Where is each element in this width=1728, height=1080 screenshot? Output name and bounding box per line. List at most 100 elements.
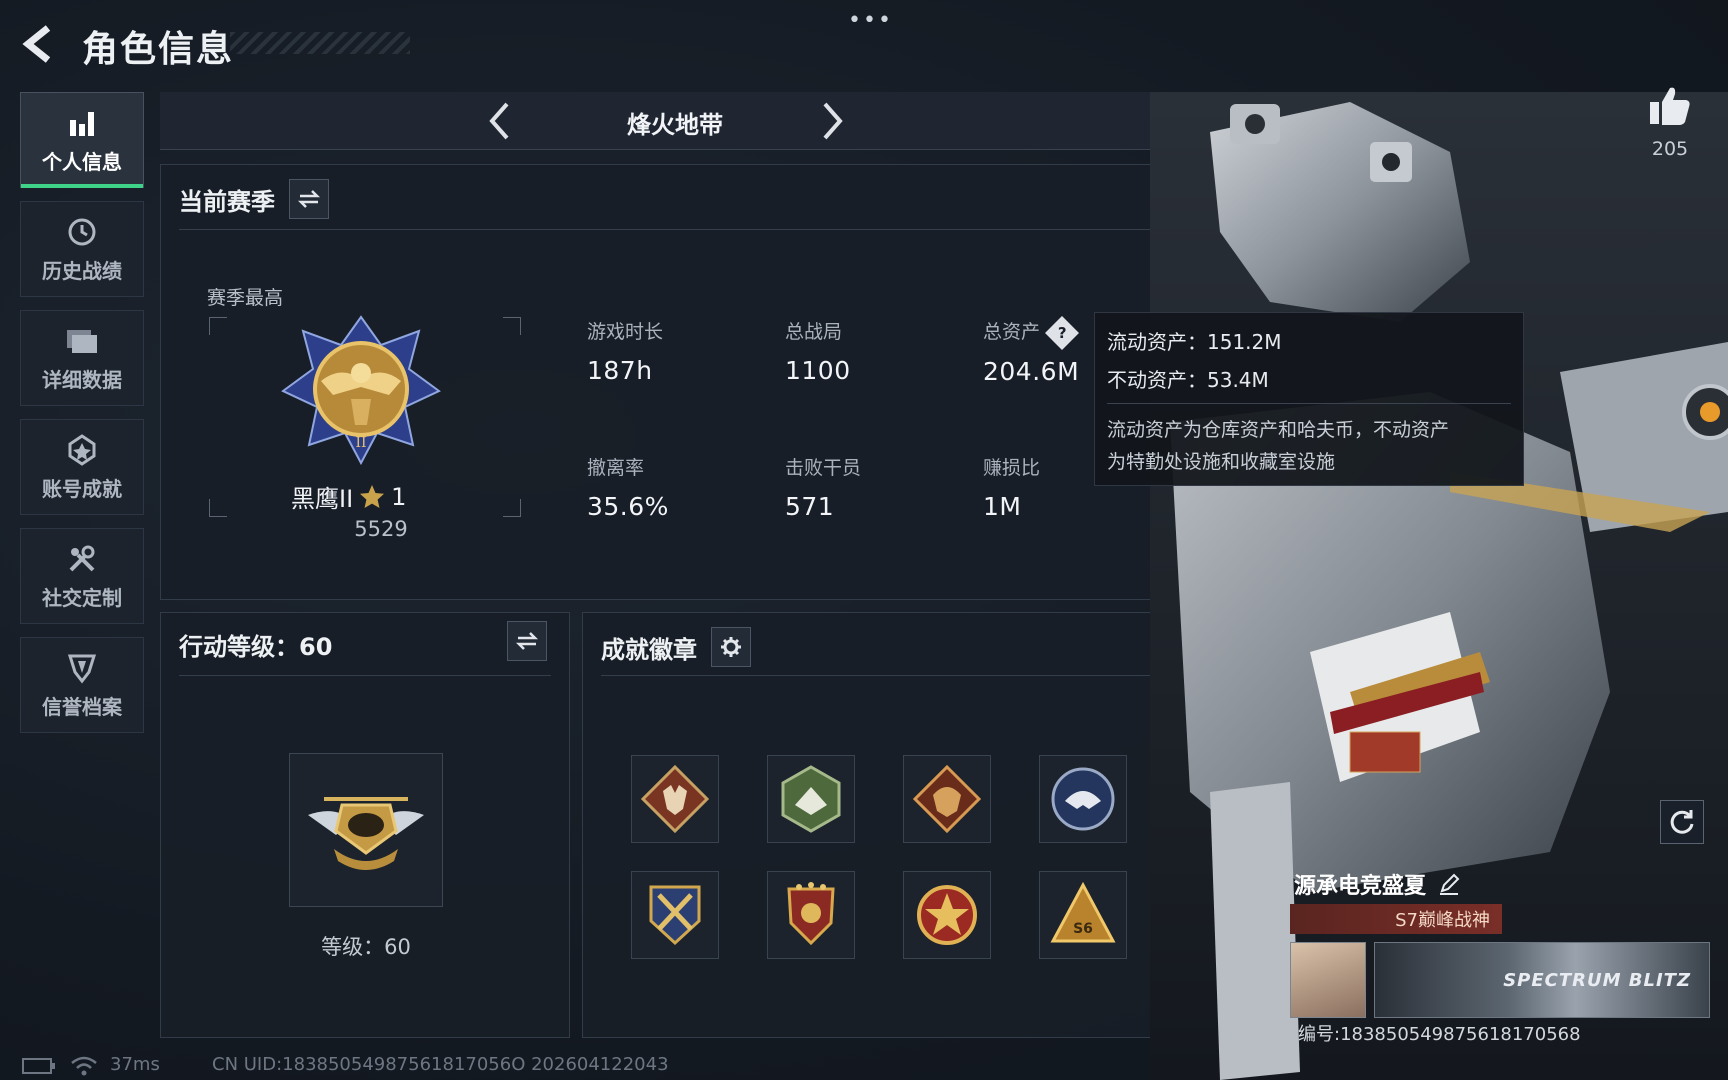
- top-bar: 角色信息 •••: [0, 0, 1728, 90]
- battery-icon: [22, 1058, 55, 1074]
- mode-next-button[interactable]: [810, 98, 854, 144]
- badge-slot[interactable]: [767, 755, 855, 843]
- player-id: 编号:183850549875618170568: [1298, 1024, 1581, 1045]
- side-navigation: 个人信息 历史战绩 详细数据 账号成就 社交定制 信誉档案: [20, 92, 144, 746]
- tooltip-description-line-1: 流动资产为仓库资产和哈夫币，不动资产: [1107, 419, 1450, 441]
- stat-operators-defeated: 击败干员 571: [785, 453, 861, 521]
- rank-name: 黑鹰II: [291, 485, 354, 513]
- nav-label: 账号成就: [42, 476, 122, 501]
- folder-icon: [65, 324, 99, 358]
- wasp-badge-icon: [781, 765, 841, 833]
- star-badge-icon: [917, 885, 977, 945]
- more-dots-icon[interactable]: •••: [848, 8, 893, 33]
- shield-badge-icon: [787, 882, 835, 946]
- star-icon: [360, 484, 385, 508]
- stat-play-time: 游戏时长 187h: [587, 317, 663, 385]
- badge-settings-button[interactable]: [711, 627, 751, 667]
- stat-extraction-rate: 撤离率 35.6%: [587, 453, 669, 521]
- chevron-right-icon: [823, 102, 843, 140]
- panel-header: 成就徽章: [601, 627, 751, 667]
- crossed-swords-badge-icon: [649, 885, 701, 946]
- level-text: 等级：60: [321, 935, 411, 959]
- ping-value: 37ms: [110, 1054, 160, 1075]
- panel-header: 行动等级：60: [179, 627, 551, 662]
- badge-slot[interactable]: S6: [1039, 871, 1127, 959]
- tools-icon: [65, 542, 99, 576]
- s6-badge-icon: S6: [1050, 881, 1116, 943]
- avatar[interactable]: [1290, 942, 1366, 1018]
- player-name: 源承电竞盛夏: [1294, 874, 1427, 899]
- rotate-icon: [1670, 810, 1694, 834]
- mode-title: 烽火地带: [627, 111, 723, 139]
- divider: [601, 675, 1153, 676]
- edit-pencil-icon[interactable]: [1438, 873, 1460, 895]
- back-button[interactable]: [18, 22, 62, 66]
- nav-item-account-achievements[interactable]: 账号成就: [20, 419, 144, 515]
- stat-total-assets: 总资产? 204.6M: [983, 315, 1079, 386]
- player-title-badge: S7巅峰战神: [1290, 904, 1502, 934]
- like-button[interactable]: 205: [1640, 84, 1700, 160]
- stat-profit-loss-ratio: 赚损比 1M: [983, 453, 1040, 521]
- switch-level-button[interactable]: [507, 621, 547, 661]
- achievement-icon: [65, 433, 99, 467]
- client-uid: CN UID:18385054987561817056O 20260412204…: [212, 1054, 669, 1075]
- help-icon[interactable]: ?: [1045, 315, 1079, 350]
- wifi-icon: [71, 1056, 97, 1076]
- rank-emblem-icon: II: [281, 315, 441, 469]
- stat-label: 总资产?: [983, 315, 1079, 350]
- panel-title: 行动等级：60: [179, 633, 333, 661]
- page-title: 角色信息: [82, 29, 235, 70]
- current-season-panel: 当前赛季 赛季最高 II 黑鹰II 1 5529 游戏时长 187h 总战局 1…: [160, 164, 1172, 600]
- player-card: 源承电竞盛夏 S7巅峰战神 SPECTRUM BLITZ 编号:18385054…: [1290, 862, 1710, 1045]
- level-emblem: [289, 753, 443, 907]
- badge-slot[interactable]: [631, 871, 719, 959]
- nav-item-personal-info[interactable]: 个人信息: [20, 92, 144, 188]
- badge-slot[interactable]: [767, 871, 855, 959]
- nav-label: 社交定制: [42, 585, 122, 610]
- divider: [179, 675, 551, 676]
- panel-title: 当前赛季: [179, 187, 275, 216]
- action-level-panel: 行动等级：60 等级：60: [160, 612, 570, 1038]
- tooltip-fixed-assets: 不动资产：53.4M: [1107, 368, 1269, 392]
- player-banner: SPECTRUM BLITZ: [1374, 942, 1710, 1018]
- swap-icon: [297, 190, 321, 208]
- nav-label: 信誉档案: [42, 694, 122, 719]
- badge-slot[interactable]: [631, 755, 719, 843]
- panel-header: 当前赛季: [179, 179, 329, 219]
- nav-item-social-customization[interactable]: 社交定制: [20, 528, 144, 624]
- stat-label: 击败干员: [785, 457, 862, 479]
- badge-slot[interactable]: [1039, 755, 1127, 843]
- stat-value: 571: [785, 492, 835, 521]
- rotate-model-button[interactable]: [1660, 800, 1704, 844]
- mode-prev-button[interactable]: [478, 98, 522, 144]
- stat-total-matches: 总战局 1100: [785, 317, 851, 385]
- dragon-badge-icon: [913, 765, 981, 833]
- nav-label: 个人信息: [42, 149, 122, 174]
- player-name-row: 源承电竞盛夏: [1294, 868, 1460, 900]
- stat-label: 游戏时长: [587, 321, 664, 343]
- nav-item-reputation-file[interactable]: 信誉档案: [20, 637, 144, 733]
- eagle-badge-icon: [1051, 767, 1115, 831]
- switch-season-button[interactable]: [289, 179, 329, 219]
- divider: [179, 229, 1153, 230]
- bar-chart-icon: [65, 106, 99, 140]
- tooltip-liquid-assets: 流动资产：151.2M: [1107, 330, 1282, 354]
- divider: [1107, 403, 1511, 404]
- stat-label: 总战局: [785, 321, 843, 343]
- mode-selector: 烽火地带: [160, 92, 1172, 150]
- nav-item-history[interactable]: 历史战绩: [20, 201, 144, 297]
- nav-item-detailed-data[interactable]: 详细数据: [20, 310, 144, 406]
- svg-text:II: II: [355, 435, 366, 451]
- rank-name-row: 黑鹰II 1: [291, 479, 471, 514]
- title-decoration: [230, 32, 410, 54]
- tooltip-description-line-2: 为特勤处设施和收藏室设施: [1107, 451, 1336, 473]
- badge-slot[interactable]: [903, 755, 991, 843]
- status-footer: 37ms CN UID:18385054987561817056O 202604…: [0, 1050, 1150, 1080]
- thumbs-up-icon: [1650, 87, 1690, 125]
- achievement-badges-panel: 成就徽章 S6: [582, 612, 1172, 1038]
- gear-icon: [721, 637, 741, 657]
- stat-label: 撤离率: [587, 457, 645, 479]
- swap-icon: [515, 632, 539, 650]
- shield-icon: [65, 651, 99, 685]
- badge-slot[interactable]: [903, 871, 991, 959]
